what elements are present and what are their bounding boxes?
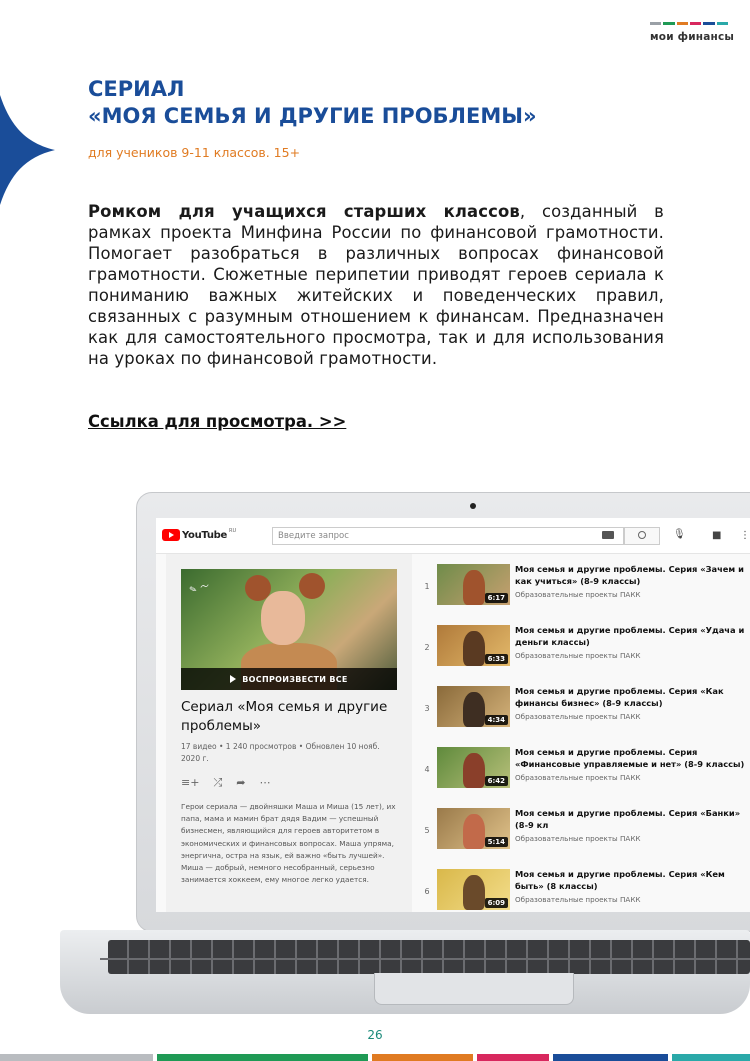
video-list: 1 6:17 Моя семья и другие проблемы. Сери… — [418, 554, 750, 912]
audience-subtitle: для учеников 9-11 классов. 15+ — [88, 145, 301, 160]
description-text: , созданный в рамках проекта Минфина Рос… — [88, 202, 664, 368]
keyboard-row-divider — [100, 958, 750, 960]
playlist-stats: 17 видео • 1 240 просмотров • Обновлен 1… — [181, 742, 380, 763]
laptop-keyboard — [108, 940, 750, 974]
decorative-swoosh — [0, 95, 55, 205]
description-paragraph: Ромком для учащихся старших классов, соз… — [88, 201, 664, 369]
thumbnail-figure — [463, 570, 485, 605]
keyboard-icon[interactable] — [602, 531, 614, 539]
thumbnail-figure — [463, 814, 485, 849]
shuffle-icon[interactable]: ⤮ — [213, 776, 222, 790]
video-channel[interactable]: Образовательные проекты ПАКК — [515, 895, 641, 904]
video-channel[interactable]: Образовательные проекты ПАКК — [515, 773, 641, 782]
play-all-label: ВОСПРОИЗВЕСТИ ВСЕ — [242, 674, 348, 684]
video-item[interactable]: 4 6:42 Моя семья и другие проблемы. Сери… — [418, 747, 750, 803]
logo-text: мои финансы — [650, 31, 735, 43]
thumbnail-figure — [463, 692, 485, 727]
playlist-title[interactable]: Сериал «Моя семья и другие проблемы» — [181, 698, 401, 736]
thumbnail-figure-hair-right — [299, 573, 325, 599]
video-item[interactable]: 5 5:14 Моя семья и другие проблемы. Сери… — [418, 808, 750, 864]
video-duration: 6:33 — [484, 654, 508, 664]
add-to-queue-icon[interactable]: ≡+ — [181, 776, 199, 790]
thumbnail-figure — [463, 631, 485, 666]
search-button[interactable] — [624, 527, 660, 545]
video-index: 6 — [424, 887, 430, 896]
video-item[interactable]: 6 6:09 Моя семья и другие проблемы. Сери… — [418, 869, 750, 912]
youtube-logo-text: YouTube — [182, 529, 227, 541]
laptop-trackpad — [374, 973, 574, 1005]
video-channel[interactable]: Образовательные проекты ПАКК — [515, 712, 641, 721]
video-index: 3 — [424, 704, 430, 713]
share-icon[interactable]: ➦ — [236, 776, 245, 790]
video-index: 2 — [424, 643, 430, 652]
description-bold-lead: Ромком для учащихся старших классов — [88, 202, 520, 221]
video-title[interactable]: Моя семья и другие проблемы. Серия «Заче… — [515, 564, 750, 587]
video-channel[interactable]: Образовательные проекты ПАКК — [515, 834, 641, 843]
video-item[interactable]: 3 4:34 Моя семья и другие проблемы. Сери… — [418, 686, 750, 742]
video-thumbnail[interactable]: 4:34 — [437, 686, 510, 727]
title-line-2: «МОЯ СЕМЬЯ И ДРУГИЕ ПРОБЛЕМЫ» — [88, 104, 537, 128]
video-index: 1 — [424, 582, 430, 591]
thumbnail-scribble: ✎ ～ — [188, 581, 210, 597]
video-thumbnail[interactable]: 6:42 — [437, 747, 510, 788]
video-index: 5 — [424, 826, 430, 835]
create-video-icon[interactable]: ■ — [712, 530, 721, 541]
youtube-region: RU — [229, 528, 237, 534]
video-index: 4 — [424, 765, 430, 774]
video-title[interactable]: Моя семья и другие проблемы. Серия «Как … — [515, 686, 750, 709]
thumbnail-figure-face — [261, 591, 305, 645]
title-line-1: СЕРИАЛ — [88, 77, 185, 101]
more-icon[interactable]: ⋯ — [259, 776, 270, 790]
watch-link[interactable]: Ссылка для просмотра. >> — [88, 412, 346, 431]
video-item[interactable]: 1 6:17 Моя семья и другие проблемы. Сери… — [418, 564, 750, 620]
playlist-actions: ≡+ ⤮ ➦ ⋯ — [181, 776, 270, 790]
playlist-thumbnail[interactable]: ✎ ～ ВОСПРОИЗВЕСТИ ВСЕ — [181, 569, 397, 690]
video-channel[interactable]: Образовательные проекты ПАКК — [515, 590, 641, 599]
video-title[interactable]: Моя семья и другие проблемы. Серия «Удач… — [515, 625, 750, 648]
thumbnail-figure — [463, 875, 485, 910]
video-channel[interactable]: Образовательные проекты ПАКК — [515, 651, 641, 660]
video-duration: 4:34 — [484, 715, 508, 725]
video-title[interactable]: Моя семья и другие проблемы. Серия «Фина… — [515, 747, 750, 770]
laptop-screen: YouTube RU Введите запрос 🎙 ■ ⋮ ✎ ～ ВОСП… — [156, 518, 750, 912]
footer-color-bars — [0, 1054, 750, 1061]
video-duration: 6:17 — [484, 593, 508, 603]
youtube-play-icon — [162, 529, 180, 541]
page-title: СЕРИАЛ «МОЯ СЕМЬЯ И ДРУГИЕ ПРОБЛЕМЫ» — [88, 76, 537, 130]
playlist-panel: ✎ ～ ВОСПРОИЗВЕСТИ ВСЕ Сериал «Моя семья … — [166, 554, 412, 912]
video-duration: 5:14 — [484, 837, 508, 847]
video-title[interactable]: Моя семья и другие проблемы. Серия «Кем … — [515, 869, 750, 892]
apps-grid-icon[interactable]: ⋮ — [740, 530, 750, 541]
microphone-icon[interactable]: 🎙 — [673, 529, 686, 540]
video-item[interactable]: 2 6:33 Моя семья и другие проблемы. Сери… — [418, 625, 750, 681]
search-input[interactable]: Введите запрос — [272, 527, 624, 545]
video-thumbnail[interactable]: 6:17 — [437, 564, 510, 605]
search-icon — [638, 531, 646, 539]
youtube-header: YouTube RU Введите запрос 🎙 ■ ⋮ — [156, 518, 750, 554]
logo-color-bars — [650, 22, 728, 25]
video-thumbnail[interactable]: 6:33 — [437, 625, 510, 666]
video-thumbnail[interactable]: 6:09 — [437, 869, 510, 910]
brand-logo: мои финансы — [650, 22, 735, 43]
video-duration: 6:09 — [484, 898, 508, 908]
video-title[interactable]: Моя семья и другие проблемы. Серия «Банк… — [515, 808, 750, 831]
playlist-description: Герои сериала — двойняшки Маша и Миша (1… — [181, 802, 396, 885]
webcam-dot — [470, 503, 476, 509]
thumbnail-figure — [463, 753, 485, 788]
page-number: 26 — [367, 1028, 383, 1042]
play-all-button[interactable]: ВОСПРОИЗВЕСТИ ВСЕ — [181, 668, 397, 690]
video-thumbnail[interactable]: 5:14 — [437, 808, 510, 849]
video-duration: 6:42 — [484, 776, 508, 786]
play-icon — [230, 675, 237, 683]
youtube-logo[interactable]: YouTube RU — [162, 528, 237, 541]
